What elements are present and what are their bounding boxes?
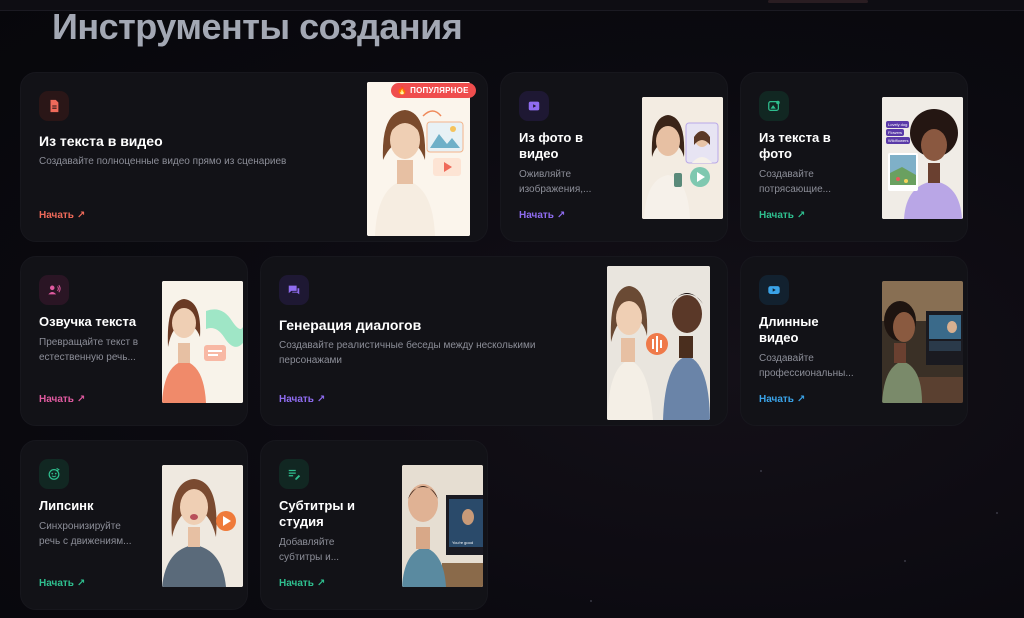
card-title: Из текста в видео xyxy=(39,133,163,149)
face-sync-icon xyxy=(48,467,60,480)
card-thumbnail xyxy=(607,266,710,420)
woman-illustration xyxy=(367,82,470,236)
arrow-up-right-icon: ↗ xyxy=(76,394,86,405)
start-label: Начать xyxy=(279,578,314,589)
card-thumbnail: Lovely dog Flowers Wildflowers xyxy=(882,97,963,219)
card-description: Создавайте потрясающие... xyxy=(759,169,831,195)
page-title: Инструменты создания xyxy=(52,6,463,47)
arrow-up-right-icon: ↗ xyxy=(796,394,806,405)
star-decoration xyxy=(904,560,906,562)
start-link[interactable]: Начать ↗ xyxy=(759,394,805,405)
document-icon xyxy=(50,99,59,113)
popular-badge: 🔥 ПОПУЛЯРНОЕ xyxy=(391,83,476,98)
start-label: Начать xyxy=(39,210,74,221)
start-link[interactable]: Начать ↗ xyxy=(759,210,805,221)
card-thumbnail: You're good xyxy=(402,465,483,587)
tool-card-text-to-video[interactable]: Из текста в видео Создавайте полноценные… xyxy=(20,72,488,242)
start-label: Начать xyxy=(759,394,794,405)
woman-at-monitor-illustration xyxy=(882,281,963,403)
woman-speaking-illustration xyxy=(162,281,243,403)
star-decoration xyxy=(996,512,998,514)
icon-box xyxy=(39,459,69,489)
card-description: Добавляйте субтитры и... xyxy=(279,537,340,563)
card-description: Синхронизируйте речь с движениям... xyxy=(39,521,132,547)
card-title: Из фото в видео xyxy=(519,130,583,161)
start-label: Начать xyxy=(39,578,74,589)
tool-card-lipsync[interactable]: Липсинк Синхронизируйте речь с движениям… xyxy=(20,440,248,610)
arrow-up-right-icon: ↗ xyxy=(796,210,806,221)
tool-card-dialogs[interactable]: Генерация диалогов Создавайте реалистичн… xyxy=(260,256,728,426)
arrow-up-right-icon: ↗ xyxy=(76,210,86,221)
fire-icon: 🔥 xyxy=(397,86,408,95)
card-title: Из текста в фото xyxy=(759,130,831,161)
icon-box xyxy=(279,275,309,305)
icon-box xyxy=(519,91,549,121)
start-label: Начать xyxy=(759,210,794,221)
arrow-up-right-icon: ↗ xyxy=(316,578,326,589)
icon-box xyxy=(39,91,69,121)
start-label: Начать xyxy=(39,394,74,405)
subtitles-edit-icon xyxy=(288,469,301,480)
card-title: Липсинк xyxy=(39,498,94,513)
tool-card-photo-to-video[interactable]: Из фото в видео Оживляйте изображения,..… xyxy=(500,72,728,242)
star-decoration xyxy=(590,600,592,602)
video-play-icon xyxy=(528,101,540,111)
card-description: Оживляйте изображения,... xyxy=(519,169,592,195)
tv-caption: You're good xyxy=(452,540,474,545)
start-link[interactable]: Начать ↗ xyxy=(519,210,565,221)
woman-purple-shirt-illustration xyxy=(882,97,963,219)
chat-bubbles-icon xyxy=(288,285,300,295)
popular-badge-label: ПОПУЛЯРНОЕ xyxy=(410,86,469,95)
woman-singing-illustration xyxy=(162,465,243,587)
card-title: Озвучка текста xyxy=(39,314,137,329)
card-thumbnail xyxy=(162,465,243,587)
card-title: Генерация диалогов xyxy=(279,317,422,333)
start-link[interactable]: Начать ↗ xyxy=(39,578,85,589)
tool-card-subtitles[interactable]: Субтитры и студия Добавляйте субтитры и.… xyxy=(260,440,488,610)
card-description: Создавайте профессиональны... xyxy=(759,353,854,379)
youtube-icon xyxy=(768,286,780,294)
start-link[interactable]: Начать ↗ xyxy=(39,210,85,221)
start-label: Начать xyxy=(519,210,554,221)
icon-box xyxy=(279,459,309,489)
card-thumbnail xyxy=(367,82,470,236)
woman-with-phone-illustration xyxy=(642,97,723,219)
card-description: Создавайте полноценные видео прямо из сц… xyxy=(39,156,287,167)
tool-card-voiceover[interactable]: Озвучка текста Превращайте текст в естес… xyxy=(20,256,248,426)
top-glow xyxy=(768,0,868,3)
arrow-up-right-icon: ↗ xyxy=(556,210,566,221)
user-voice-icon xyxy=(48,284,61,295)
star-decoration xyxy=(760,470,762,472)
prompt-tag: Lovely dog xyxy=(886,121,910,128)
start-label: Начать xyxy=(279,394,314,405)
tool-card-text-to-photo[interactable]: Из текста в фото Создавайте потрясающие.… xyxy=(740,72,968,242)
arrow-up-right-icon: ↗ xyxy=(316,394,326,405)
card-thumbnail xyxy=(162,281,243,403)
card-thumbnail xyxy=(642,97,723,219)
two-people-talking-illustration xyxy=(607,266,710,420)
card-description: Превращайте текст в естественную речь... xyxy=(39,337,139,363)
card-title: Субтитры и студия xyxy=(279,498,356,529)
arrow-up-right-icon: ↗ xyxy=(76,578,86,589)
start-link[interactable]: Начать ↗ xyxy=(279,394,325,405)
card-thumbnail xyxy=(882,281,963,403)
prompt-tag: Wildflowers xyxy=(886,137,911,144)
start-link[interactable]: Начать ↗ xyxy=(39,394,85,405)
icon-box xyxy=(759,275,789,305)
card-title: Длинные видео xyxy=(759,314,819,345)
image-edit-icon xyxy=(768,100,780,111)
start-link[interactable]: Начать ↗ xyxy=(279,578,325,589)
man-at-tv-illustration xyxy=(402,465,483,587)
card-description: Создавайте реалистичные беседы между нес… xyxy=(279,340,536,366)
icon-box xyxy=(39,275,69,305)
prompt-tag: Flowers xyxy=(886,129,905,136)
tool-card-long-video[interactable]: Длинные видео Создавайте профессиональны… xyxy=(740,256,968,426)
icon-box xyxy=(759,91,789,121)
